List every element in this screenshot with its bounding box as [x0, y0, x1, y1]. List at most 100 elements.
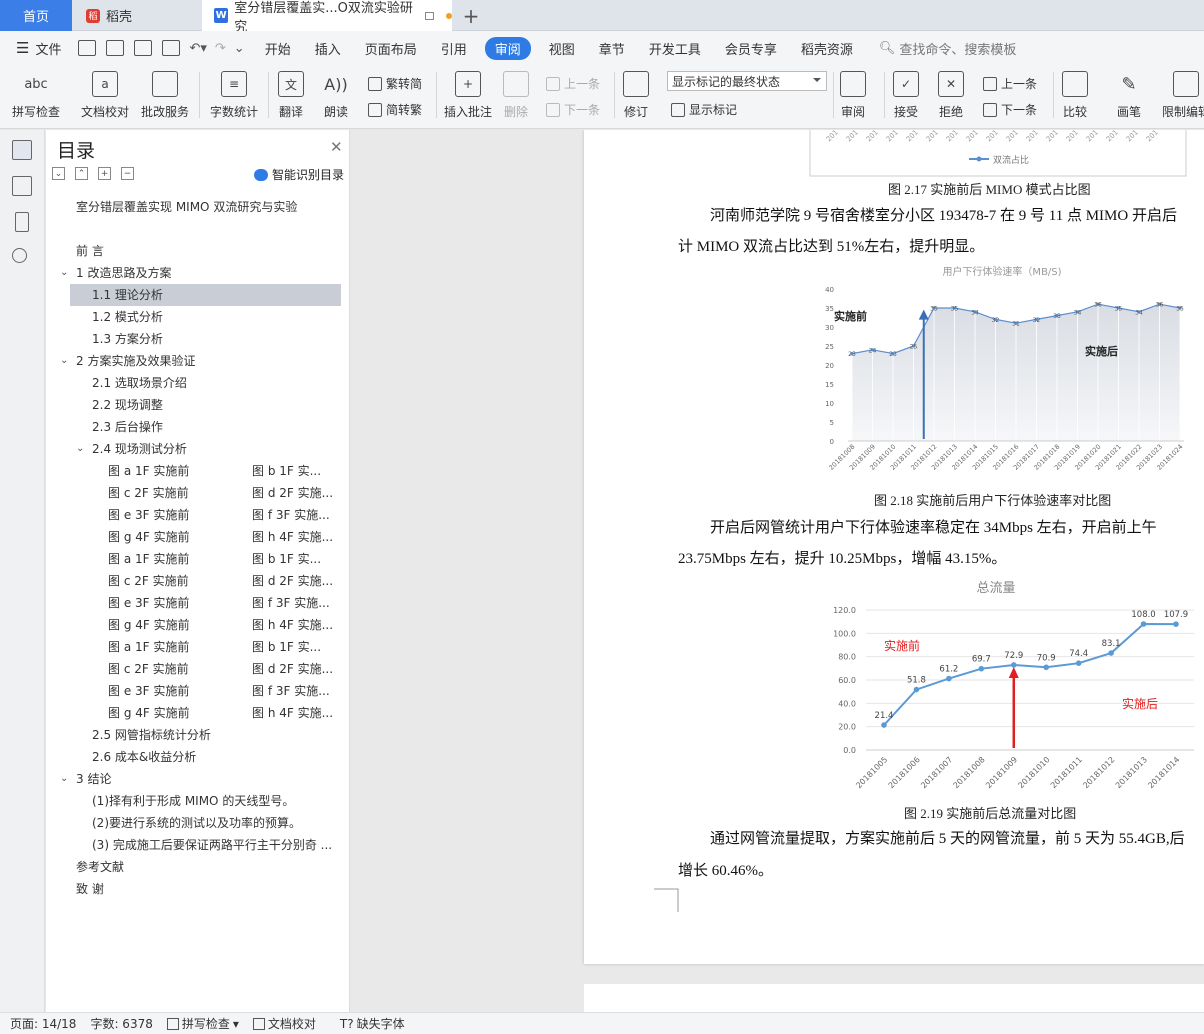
- tab-document[interactable]: W 室分错层覆盖实...O双流实验研究: [202, 0, 452, 35]
- next-change-button[interactable]: 下一条: [983, 101, 1037, 118]
- batch-service-button[interactable]: 批改服务: [141, 71, 189, 120]
- add-heading-icon[interactable]: +: [98, 167, 111, 180]
- print-icon[interactable]: [134, 40, 153, 56]
- s2t-button[interactable]: 简转繁: [368, 101, 422, 118]
- chevron-down-icon[interactable]: ⌄: [60, 262, 68, 284]
- compare-button[interactable]: 比较: [1062, 71, 1088, 120]
- show-markup-button[interactable]: 显示标记: [671, 101, 737, 118]
- search-icon[interactable]: [12, 248, 27, 263]
- toc-item[interactable]: 图 a 1F 实施前 图 b 1F 实...: [46, 460, 350, 482]
- command-search[interactable]: 🔍︎ 查找命令、搜索模板: [879, 39, 1017, 58]
- menu-view[interactable]: 视图: [537, 39, 587, 58]
- menu-daoke[interactable]: 稻壳资源: [789, 39, 865, 58]
- toc-item[interactable]: 图 a 1F 实施前 图 b 1F 实...: [46, 548, 350, 570]
- toc-item[interactable]: 图 e 3F 实施前 图 f 3F 实施...: [46, 680, 350, 702]
- markup-state-select[interactable]: 显示标记的最终状态: [667, 71, 827, 91]
- toc-item[interactable]: 2.6 成本&收益分析: [46, 746, 350, 768]
- restrict-edit-button[interactable]: 限制编辑: [1162, 71, 1204, 120]
- redo-icon[interactable]: ↷: [215, 41, 226, 56]
- delete-comment-button[interactable]: 删除: [503, 71, 529, 120]
- more-icon[interactable]: ⌄: [234, 41, 245, 56]
- track-changes-button[interactable]: 修订: [623, 71, 649, 120]
- next-comment-button[interactable]: 下一条: [546, 101, 600, 118]
- toc-item[interactable]: 2.3 后台操作: [46, 416, 350, 438]
- toc-item[interactable]: 图 g 4F 实施前 图 h 4F 实施...: [46, 526, 350, 548]
- toc-item[interactable]: 图 e 3F 实施前 图 f 3F 实施...: [46, 504, 350, 526]
- read-aloud-button[interactable]: A)) 朗读: [323, 71, 349, 120]
- toc-item[interactable]: (1)择有利于形成 MIMO 的天线型号。: [46, 790, 350, 812]
- insert-comment-button[interactable]: + 插入批注: [444, 71, 492, 120]
- tab-home[interactable]: 首页: [0, 0, 72, 31]
- new-tab-button[interactable]: +: [456, 0, 486, 31]
- toc-item[interactable]: 1.3 方案分析: [46, 328, 350, 350]
- toc-item[interactable]: 图 c 2F 实施前 图 d 2F 实施...: [46, 658, 350, 680]
- toc-panel-icon[interactable]: [12, 140, 32, 160]
- t2s-button[interactable]: 繁转简: [368, 75, 422, 92]
- collapse-all-icon[interactable]: ⌄: [52, 167, 65, 180]
- toc-item[interactable]: 2.5 网管指标统计分析: [46, 724, 350, 746]
- prev-change-button[interactable]: 上一条: [983, 75, 1037, 92]
- translate-button[interactable]: 文翻译: [278, 71, 304, 120]
- toc-item[interactable]: 图 a 1F 实施前 图 b 1F 实...: [46, 636, 350, 658]
- menu-insert[interactable]: 插入: [303, 39, 353, 58]
- menu-chapter[interactable]: 章节: [587, 39, 637, 58]
- undo-icon[interactable]: ↶▾: [189, 41, 206, 56]
- chevron-down-icon[interactable]: ⌄: [60, 768, 68, 790]
- toc-item[interactable]: ⌄ 1 改造思路及方案: [46, 262, 350, 284]
- remove-heading-icon[interactable]: −: [121, 167, 134, 180]
- close-icon[interactable]: ✕: [330, 138, 343, 156]
- menu-review[interactable]: 审阅: [484, 36, 531, 60]
- toc-item[interactable]: 室分错层覆盖实现 MIMO 双流研究与实验: [46, 196, 350, 218]
- hamburger-icon[interactable]: ☰: [16, 39, 29, 57]
- toc-item[interactable]: 致 谢: [46, 878, 350, 900]
- review-pane-button[interactable]: 审阅: [840, 71, 866, 120]
- pen-button[interactable]: ✎ 画笔: [1116, 71, 1142, 120]
- spell-check-status[interactable]: 拼写检查 ▾: [166, 1015, 239, 1032]
- toc-item[interactable]: 2.1 选取场景介绍: [46, 372, 350, 394]
- expand-up-icon[interactable]: ⌃: [75, 167, 88, 180]
- menu-member[interactable]: 会员专享: [713, 39, 789, 58]
- accept-button[interactable]: ✓ 接受: [893, 71, 919, 120]
- spell-check-button[interactable]: abc 拼写检查: [12, 71, 60, 120]
- menu-file[interactable]: 文件: [29, 39, 73, 58]
- word-count-status[interactable]: 字数: 6378: [90, 1015, 152, 1032]
- toc-item-label: (2)要进行系统的测试以及功率的预算。: [92, 816, 301, 830]
- export-icon[interactable]: [106, 40, 125, 56]
- menu-layout[interactable]: 页面布局: [353, 39, 429, 58]
- toc-item[interactable]: 参考文献: [46, 856, 350, 878]
- page-indicator[interactable]: 页面: 14/18: [10, 1015, 76, 1032]
- toc-item[interactable]: ⌄ 2 方案实施及效果验证: [46, 350, 350, 372]
- toc-item[interactable]: 图 e 3F 实施前 图 f 3F 实施...: [46, 592, 350, 614]
- word-count-button[interactable]: ≡ 字数统计: [210, 71, 258, 120]
- chevron-down-icon[interactable]: ⌄: [76, 438, 84, 460]
- toc-item[interactable]: 图 g 4F 实施前 图 h 4F 实施...: [46, 614, 350, 636]
- preview-icon[interactable]: [162, 40, 181, 56]
- smart-toc-button[interactable]: 智能识别目录: [254, 166, 344, 183]
- doc-check-button[interactable]: a 文档校对: [81, 71, 129, 120]
- toc-item[interactable]: 1.2 模式分析: [46, 306, 350, 328]
- chevron-down-icon[interactable]: ⌄: [60, 350, 68, 372]
- toc-item[interactable]: 2.2 现场调整: [46, 394, 350, 416]
- toc-item[interactable]: 1.1 理论分析: [70, 284, 341, 306]
- y-tick-label: 35: [825, 305, 834, 313]
- save-icon[interactable]: [78, 40, 97, 56]
- toc-item[interactable]: [46, 218, 350, 240]
- toc-item[interactable]: 图 c 2F 实施前 图 d 2F 实施...: [46, 482, 350, 504]
- toc-item[interactable]: (2)要进行系统的测试以及功率的预算。: [46, 812, 350, 834]
- reject-button[interactable]: ✕ 拒绝: [938, 71, 964, 120]
- menu-reference[interactable]: 引用: [429, 39, 479, 58]
- toc-item[interactable]: 前 言: [46, 240, 350, 262]
- toc-item[interactable]: 图 c 2F 实施前 图 d 2F 实施...: [46, 570, 350, 592]
- bookmark-icon[interactable]: [15, 212, 29, 232]
- missing-font-status[interactable]: T? 缺失字体: [340, 1015, 405, 1032]
- menu-devtools[interactable]: 开发工具: [637, 39, 713, 58]
- doc-check-status[interactable]: 文档校对: [252, 1015, 316, 1032]
- menu-start[interactable]: 开始: [253, 39, 303, 58]
- prev-comment-button[interactable]: 上一条: [546, 75, 600, 92]
- toc-item[interactable]: (3) 完成施工后要保证两路平行主干分别奇 ...: [46, 834, 350, 856]
- outline-icon[interactable]: [12, 176, 32, 196]
- toc-item[interactable]: 图 g 4F 实施前 图 h 4F 实施...: [46, 702, 350, 724]
- tab-daoke[interactable]: 稻稻壳: [72, 0, 200, 31]
- toc-item[interactable]: ⌄ 2.4 现场测试分析: [46, 438, 350, 460]
- toc-item[interactable]: ⌄ 3 结论: [46, 768, 350, 790]
